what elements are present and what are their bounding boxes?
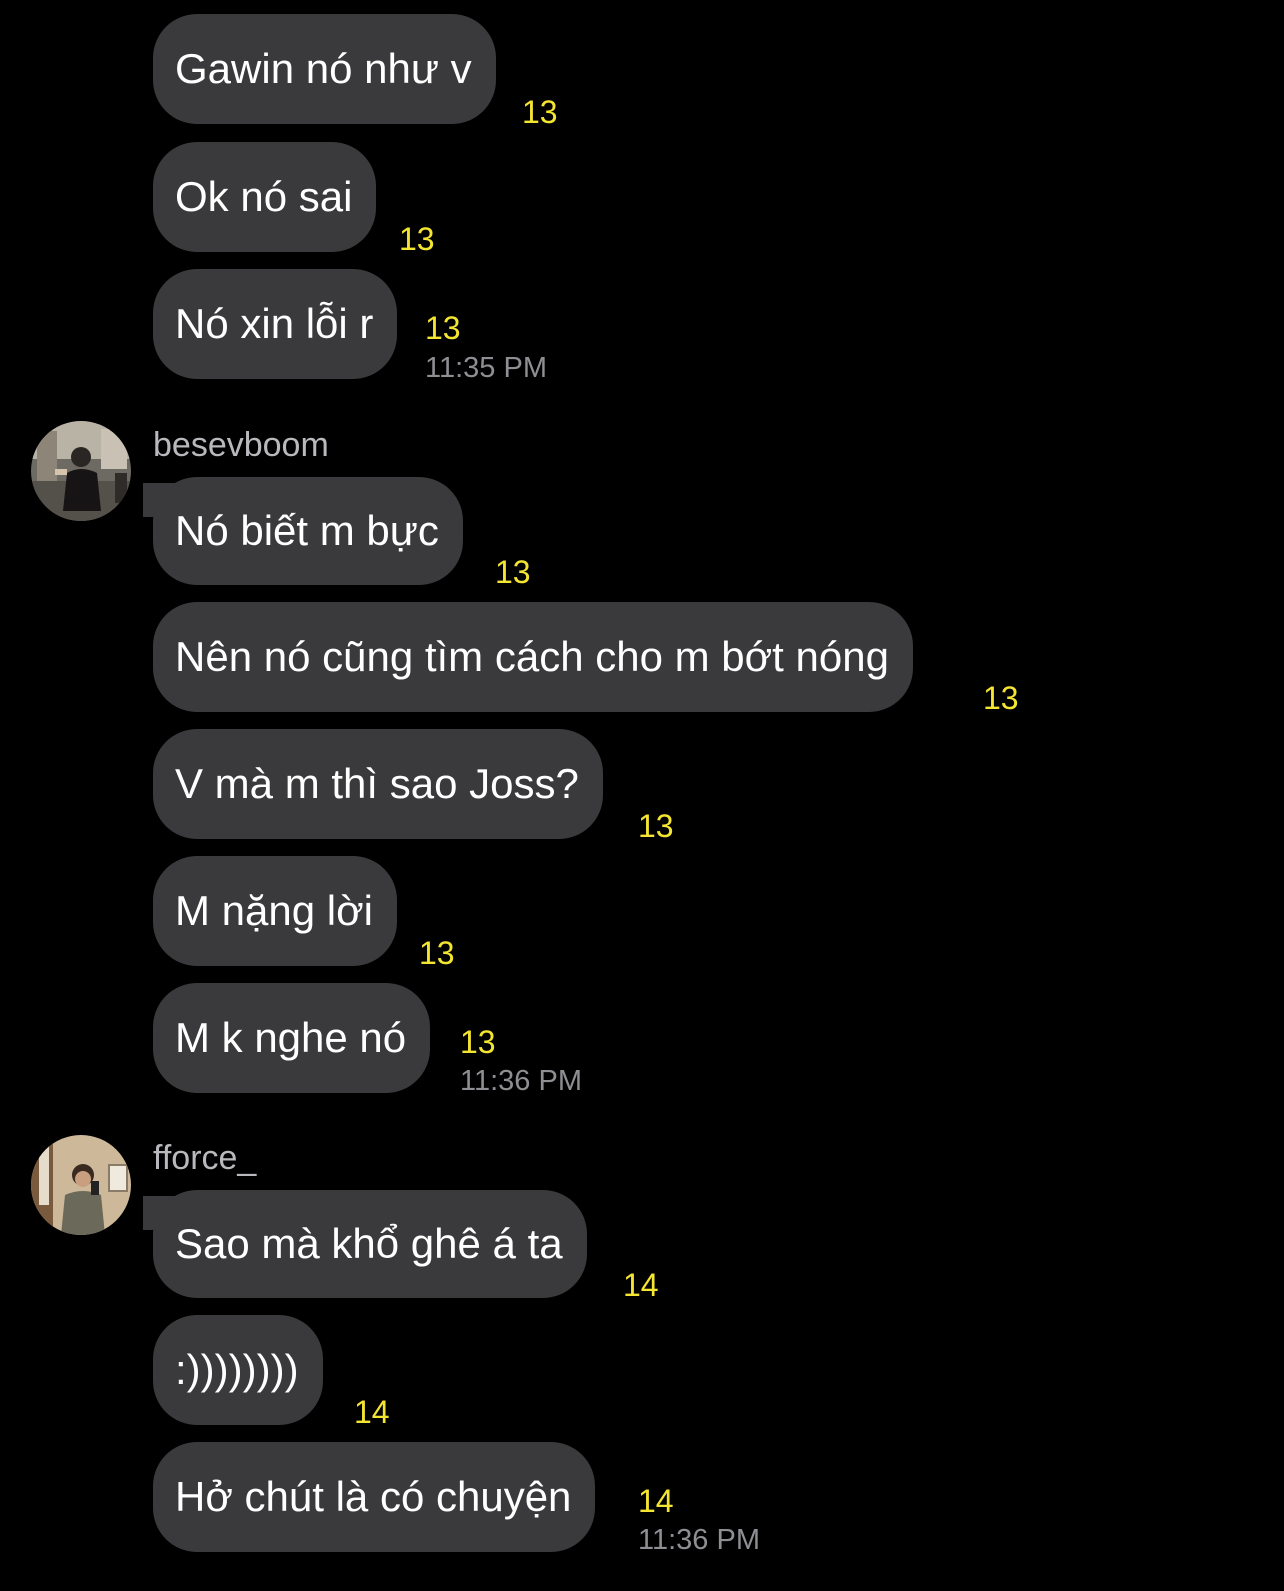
message-text: Ok nó sai: [175, 173, 353, 220]
message-bubble[interactable]: Nó biết m bực: [153, 477, 463, 585]
reaction-count: 13: [460, 1024, 496, 1060]
message-text: M nặng lời: [175, 887, 373, 934]
reaction-count: 13: [522, 94, 558, 130]
reaction-count: 13: [419, 935, 455, 971]
message-text: Nó biết m bực: [175, 507, 439, 554]
message-bubble[interactable]: Sao mà khổ ghê á ta: [153, 1190, 587, 1298]
message-bubble[interactable]: Nó xin lỗi r: [153, 269, 398, 379]
message-bubble[interactable]: M nặng lời: [153, 856, 397, 966]
reaction-count: 14: [623, 1267, 659, 1303]
sender-name: fforce_: [153, 1139, 257, 1177]
reaction-count: 13: [425, 310, 461, 346]
avatar[interactable]: [31, 421, 131, 521]
message-text: Gawin nó như v: [175, 45, 472, 92]
reaction-count: 13: [983, 680, 1019, 716]
timestamp: 11:36 PM: [638, 1524, 760, 1556]
message-text: M k nghe nó: [175, 1014, 407, 1061]
message-bubble[interactable]: Gawin nó như v: [153, 14, 496, 124]
reaction-count: 13: [495, 554, 531, 590]
reaction-count: 13: [399, 221, 435, 257]
message-bubble[interactable]: M k nghe nó: [153, 983, 431, 1093]
message-text: :)))))))): [175, 1346, 299, 1393]
message-bubble[interactable]: Ok nó sai: [153, 142, 377, 252]
message-text: Hở chút là có chuyện: [175, 1473, 572, 1520]
message-text: Sao mà khổ ghê á ta: [175, 1220, 563, 1267]
message-bubble[interactable]: :)))))))): [153, 1315, 323, 1425]
timestamp: 11:35 PM: [425, 352, 547, 384]
timestamp: 11:36 PM: [460, 1065, 582, 1097]
avatar[interactable]: [31, 1135, 131, 1235]
message-bubble[interactable]: Nên nó cũng tìm cách cho m bớt nóng: [153, 602, 913, 712]
user-avatar-photo-icon: [31, 1135, 131, 1235]
sender-name: besevboom: [153, 426, 329, 464]
reaction-count: 14: [354, 1394, 390, 1430]
reaction-count: 13: [638, 808, 674, 844]
message-text: V mà m thì sao Joss?: [175, 760, 579, 807]
message-text: Nó xin lỗi r: [175, 300, 374, 347]
message-bubble[interactable]: V mà m thì sao Joss?: [153, 729, 603, 839]
message-bubble[interactable]: Hở chút là có chuyện: [153, 1442, 596, 1552]
user-avatar-photo-icon: [31, 421, 131, 521]
message-text: Nên nó cũng tìm cách cho m bớt nóng: [175, 633, 889, 680]
reaction-count: 14: [638, 1483, 674, 1519]
